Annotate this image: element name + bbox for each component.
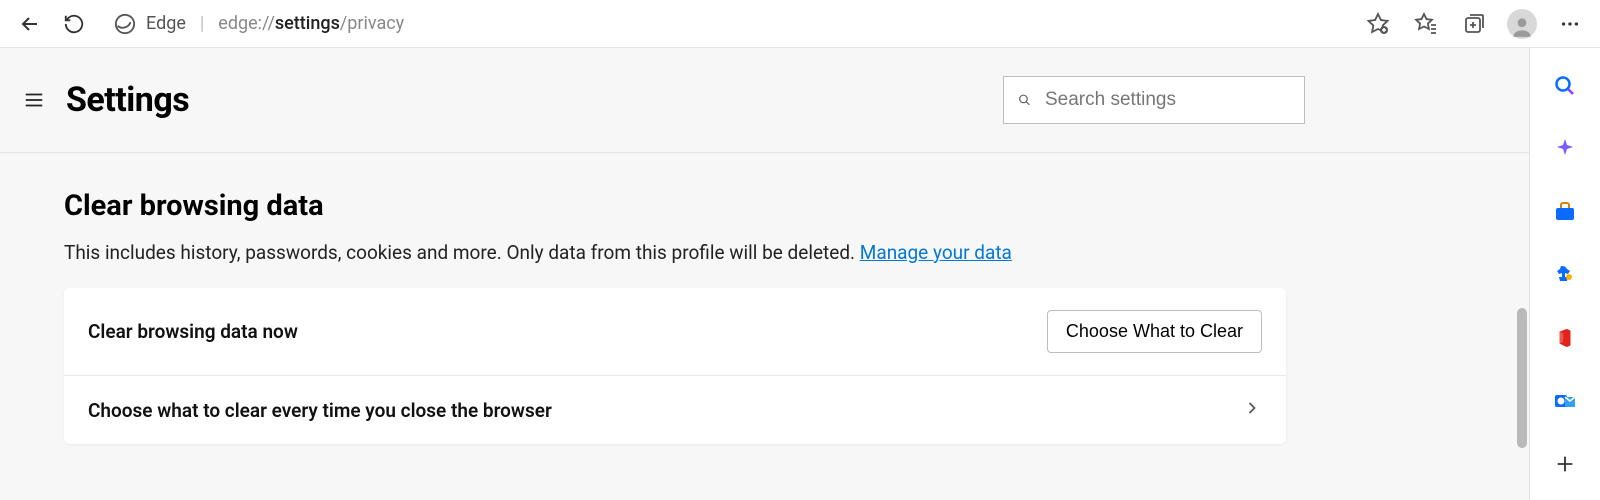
refresh-button[interactable] (56, 6, 92, 42)
chess-piece-icon (1553, 263, 1577, 287)
section-title: Clear browsing data (64, 189, 1465, 223)
sidebar-office[interactable] (1547, 321, 1583, 356)
page-title: Settings (66, 80, 189, 120)
ellipsis-icon (1559, 13, 1581, 35)
arrow-left-icon (18, 12, 42, 36)
star-plus-icon (1366, 12, 1390, 36)
menu-button[interactable] (22, 88, 46, 112)
edge-sidebar (1530, 48, 1600, 500)
refresh-icon (63, 13, 85, 35)
clear-browsing-data-section: Clear browsing data This includes histor… (0, 153, 1529, 444)
sidebar-copilot[interactable] (1547, 131, 1583, 166)
edge-logo-icon (114, 13, 136, 35)
sidebar-outlook[interactable] (1547, 384, 1583, 419)
plus-icon (1554, 453, 1576, 475)
outlook-icon (1553, 389, 1577, 413)
clear-data-card: Clear browsing data now Choose What to C… (64, 288, 1286, 444)
address-url: edge://settings/privacy (218, 13, 404, 34)
chevron-right-icon (1242, 398, 1262, 418)
sidebar-add[interactable] (1547, 447, 1583, 482)
clear-now-row: Clear browsing data now Choose What to C… (64, 288, 1286, 376)
collections-icon (1462, 12, 1486, 36)
section-description: This includes history, passwords, cookie… (64, 241, 1465, 264)
address-bar[interactable]: Edge | edge://settings/privacy (100, 6, 1352, 42)
profile-button[interactable] (1504, 6, 1540, 42)
search-settings[interactable] (1003, 76, 1305, 124)
search-icon (1553, 74, 1577, 98)
origin-label: Edge (146, 13, 186, 34)
address-separator: | (200, 13, 204, 34)
hamburger-icon (23, 89, 45, 111)
sidebar-tools[interactable] (1547, 194, 1583, 229)
collections-button[interactable] (1456, 6, 1492, 42)
sidebar-games[interactable] (1547, 257, 1583, 292)
settings-header: Settings (0, 48, 1529, 153)
choose-what-to-clear-button[interactable]: Choose What to Clear (1047, 310, 1262, 353)
avatar-icon (1507, 9, 1537, 39)
toolbar-actions (1360, 6, 1588, 42)
clear-on-close-label: Choose what to clear every time you clos… (88, 399, 552, 422)
browser-toolbar: Edge | edge://settings/privacy (0, 0, 1600, 48)
favorites-button[interactable] (1408, 6, 1444, 42)
scrollbar-thumb[interactable] (1517, 308, 1527, 448)
sidebar-search[interactable] (1547, 68, 1583, 103)
back-button[interactable] (12, 6, 48, 42)
search-input[interactable] (1045, 89, 1290, 111)
more-button[interactable] (1552, 6, 1588, 42)
add-favorite-button[interactable] (1360, 6, 1396, 42)
manage-your-data-link[interactable]: Manage your data (860, 241, 1012, 264)
office-icon (1554, 327, 1576, 349)
clear-on-close-row[interactable]: Choose what to clear every time you clos… (64, 376, 1286, 444)
clear-now-label: Clear browsing data now (88, 320, 298, 343)
sparkle-icon (1553, 137, 1577, 161)
briefcase-icon (1553, 200, 1577, 224)
star-list-icon (1414, 12, 1438, 36)
search-icon (1018, 90, 1031, 110)
settings-page: Settings Clear browsing data This includ… (0, 48, 1530, 500)
